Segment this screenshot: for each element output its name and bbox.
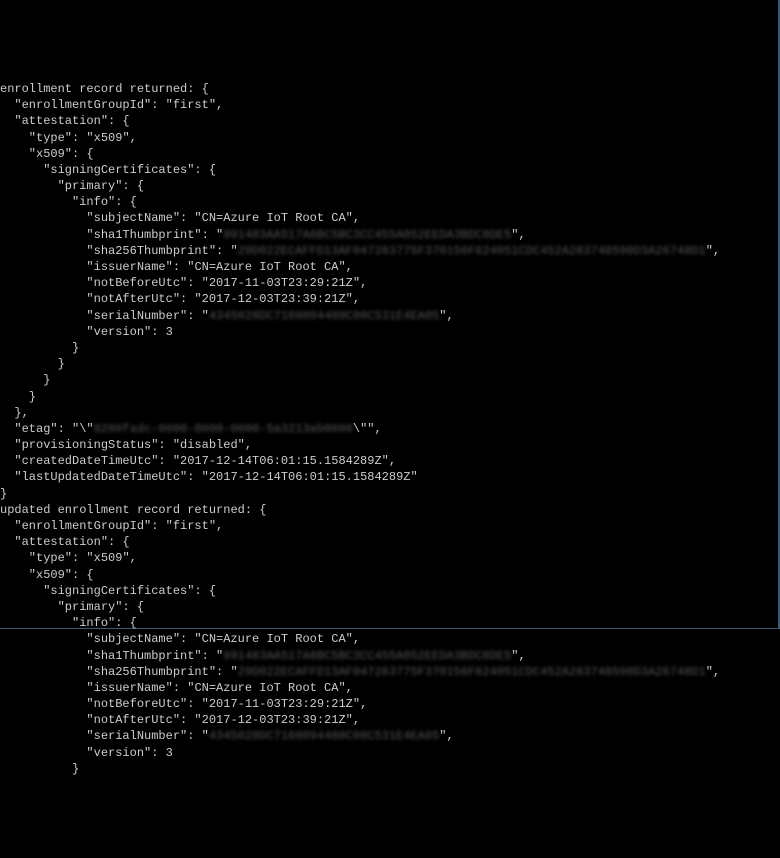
json-line: "notAfterUtc": "2017-12-03T23:39:21Z",: [0, 292, 360, 306]
block1-header: enrollment record returned: {: [0, 82, 209, 96]
json-line: "issuerName": "CN=Azure IoT Root CA",: [0, 681, 353, 695]
json-line: }: [0, 357, 65, 371]
version: 3: [166, 325, 173, 339]
json-line: }: [0, 341, 79, 355]
json-line: "createdDateTimeUtc": "2017-12-14T06:01:…: [0, 454, 396, 468]
sha1-thumbprint-redacted: 991483AA517A6BC5BC3CC455A052EEDA3BDC8DE5: [223, 649, 511, 663]
version: 3: [166, 746, 173, 760]
not-before-utc: 2017-11-03T23:29:21Z: [209, 276, 353, 290]
subject-name: CN=Azure IoT Root CA: [202, 632, 346, 646]
not-after-utc: 2017-12-03T23:39:21Z: [202, 713, 346, 727]
json-line: "signingCertificates": {: [0, 584, 216, 598]
block2-header: updated enrollment record returned: {: [0, 503, 266, 517]
json-line: "enrollmentGroupId": "first",: [0, 98, 223, 112]
attestation-type: x509: [94, 551, 123, 565]
json-line: "notAfterUtc": "2017-12-03T23:39:21Z",: [0, 713, 360, 727]
last-updated-datetime: 2017-12-14T06:01:15.1584289Z: [209, 470, 411, 484]
json-line: }: [0, 487, 7, 501]
attestation-type: x509: [94, 131, 123, 145]
json-line: },: [0, 406, 29, 420]
issuer-name: CN=Azure IoT Root CA: [194, 260, 338, 274]
sha256-thumbprint-redacted: 29D022ECAFFD13AF047263775F370156F624051C…: [238, 665, 706, 679]
json-line: "notBeforeUtc": "2017-11-03T23:29:21Z",: [0, 697, 367, 711]
json-line: "sha256Thumbprint": "29D022ECAFFD13AF047…: [0, 665, 720, 679]
not-before-utc: 2017-11-03T23:29:21Z: [209, 697, 353, 711]
json-line: "serialNumber": "4345028DC7160094480C00C…: [0, 309, 454, 323]
provisioning-status: disabled: [180, 438, 238, 452]
json-line: "subjectName": "CN=Azure IoT Root CA",: [0, 632, 360, 646]
json-line: "sha1Thumbprint": "991483AA517A6BC5BC3CC…: [0, 649, 526, 663]
json-line: }: [0, 762, 79, 776]
created-datetime: 2017-12-14T06:01:15.1584289Z: [180, 454, 382, 468]
json-line: "x509": {: [0, 147, 94, 161]
json-line: "lastUpdatedDateTimeUtc": "2017-12-14T06…: [0, 470, 418, 484]
terminal-output: enrollment record returned: { "enrollmen…: [0, 65, 778, 777]
enrollment-group-id: first: [173, 98, 209, 112]
json-line: "attestation": {: [0, 114, 130, 128]
enrollment-group-id: first: [173, 519, 209, 533]
json-line: "signingCertificates": {: [0, 163, 216, 177]
json-line: "notBeforeUtc": "2017-11-03T23:29:21Z",: [0, 276, 367, 290]
serial-number-redacted: 4345028DC7160094480C00C531E4EA05: [209, 729, 439, 743]
json-line: "version": 3: [0, 325, 173, 339]
json-line: "primary": {: [0, 179, 144, 193]
json-line: }: [0, 390, 36, 404]
json-line: "sha1Thumbprint": "991483AA517A6BC5BC3CC…: [0, 228, 526, 242]
json-line: "info": {: [0, 616, 137, 630]
sha256-thumbprint-redacted: 29D022ECAFFD13AF047263775F370156F624051C…: [238, 244, 706, 258]
json-line: "version": 3: [0, 746, 173, 760]
json-line: "issuerName": "CN=Azure IoT Root CA",: [0, 260, 353, 274]
not-after-utc: 2017-12-03T23:39:21Z: [202, 292, 346, 306]
json-line: "primary": {: [0, 600, 144, 614]
etag-suffix: \"",: [353, 422, 382, 436]
issuer-name: CN=Azure IoT Root CA: [194, 681, 338, 695]
etag-prefix: \": [79, 422, 93, 436]
json-line: "enrollmentGroupId": "first",: [0, 519, 223, 533]
json-line: }: [0, 373, 50, 387]
sha1-thumbprint-redacted: 991483AA517A6BC5BC3CC455A052EEDA3BDC8DE5: [223, 228, 511, 242]
json-line: "provisioningStatus": "disabled",: [0, 438, 252, 452]
etag-redacted: 0200fadc-0000-0000-0000-5a3213ab0000: [94, 422, 353, 436]
json-line: "type": "x509",: [0, 551, 137, 565]
json-line: "info": {: [0, 195, 137, 209]
serial-number-redacted: 4345028DC7160094480C00C531E4EA05: [209, 309, 439, 323]
json-line: "attestation": {: [0, 535, 130, 549]
json-line: "subjectName": "CN=Azure IoT Root CA",: [0, 211, 360, 225]
json-line: "serialNumber": "4345028DC7160094480C00C…: [0, 729, 454, 743]
json-line: "sha256Thumbprint": "29D022ECAFFD13AF047…: [0, 244, 720, 258]
subject-name: CN=Azure IoT Root CA: [202, 211, 346, 225]
json-line: "x509": {: [0, 568, 94, 582]
json-line: "type": "x509",: [0, 131, 137, 145]
json-line: "etag": "\"0200fadc-0000-0000-0000-5a321…: [0, 422, 382, 436]
